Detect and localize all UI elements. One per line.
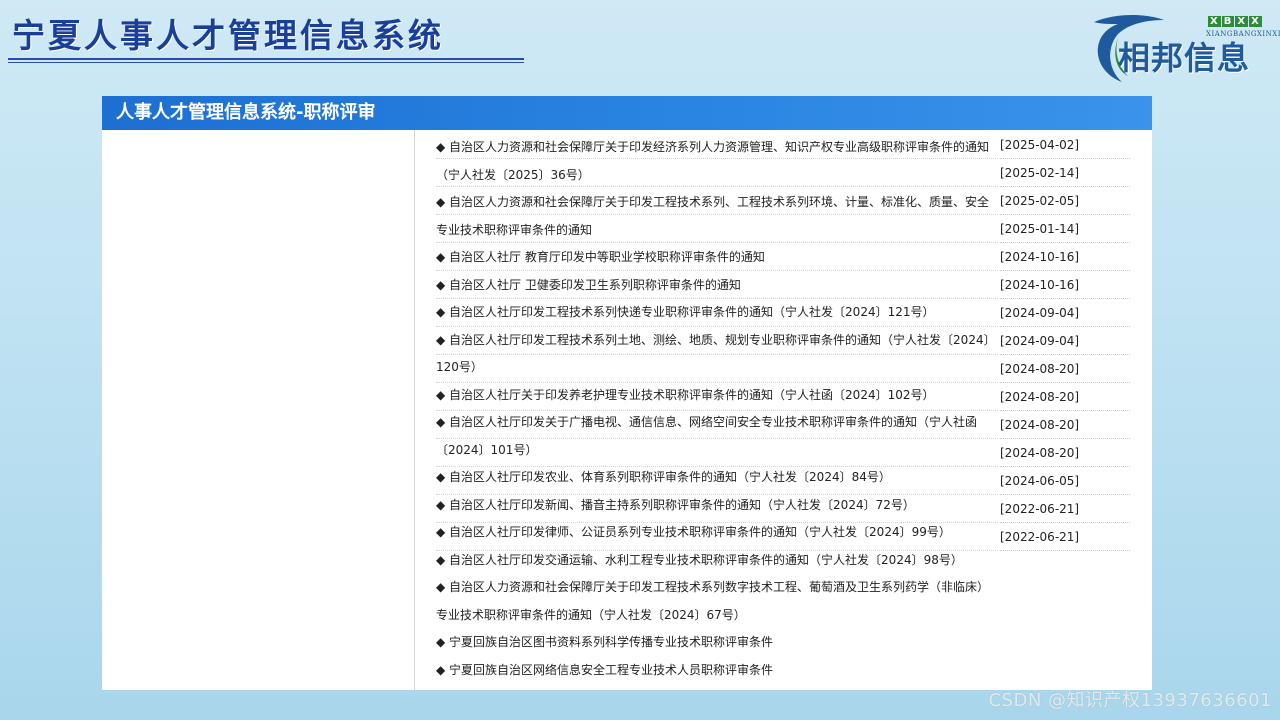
company-logo: XBXX XIANGBANGXINXI 相邦信息 — [1088, 8, 1280, 88]
left-column — [102, 130, 415, 690]
notice-date: [2024-06-05] — [1000, 467, 1130, 495]
notice-link[interactable]: ◆ 自治区人社厅印发交通运输、水利工程专业技术职称评审条件的通知（宁人社发〔20… — [436, 547, 998, 575]
notice-link[interactable]: ◆ 宁夏回族自治区图书资料系列科学传播专业技术职称评审条件 — [436, 629, 998, 657]
notice-link[interactable]: ◆ 自治区人社厅印发新闻、播音主持系列职称评审条件的通知（宁人社发〔2024〕7… — [436, 492, 998, 520]
notice-link[interactable]: ◆ 自治区人社厅印发律师、公证员系列专业技术职称评审条件的通知（宁人社发〔202… — [436, 519, 998, 547]
notice-link[interactable]: ◆ 自治区人社厅印发工程技术系列快递专业职称评审条件的通知（宁人社发〔2024〕… — [436, 299, 998, 327]
notice-date: [2025-01-14] — [1000, 215, 1130, 243]
notice-link[interactable]: ◆ 自治区人力资源和社会保障厅关于印发工程技术系列、工程技术系列环境、计量、标准… — [436, 189, 998, 244]
csdn-watermark: CSDN @知识产权13937636601 — [988, 690, 1272, 711]
notice-date: [2024-10-16] — [1000, 243, 1130, 271]
notice-date: [2024-08-20] — [1000, 383, 1130, 411]
notice-date: [2024-08-20] — [1000, 411, 1130, 439]
notice-link[interactable]: ◆ 自治区人社厅印发农业、体育系列职称评审条件的通知（宁人社发〔2024〕84号… — [436, 464, 998, 492]
notice-date: [2024-10-16] — [1000, 271, 1130, 299]
date-list: [2025-04-02] [2025-02-14] [2025-02-05] [… — [1000, 131, 1130, 551]
logo-brand-text: 相邦信息 — [1118, 39, 1251, 77]
notice-list: ◆ 自治区人力资源和社会保障厅关于印发经济系列人力资源管理、知识产权专业高级职称… — [436, 134, 998, 684]
notice-link[interactable]: ◆ 自治区人社厅 卫健委印发卫生系列职称评审条件的通知 — [436, 272, 998, 300]
notice-date: [2022-06-21] — [1000, 495, 1130, 523]
notice-date: [2025-02-14] — [1000, 159, 1130, 187]
notice-link[interactable]: ◆ 自治区人社厅 教育厅印发中等职业学校职称评审条件的通知 — [436, 244, 998, 272]
notice-date: [2024-09-04] — [1000, 299, 1130, 327]
notice-link[interactable]: ◆ 自治区人力资源和社会保障厅关于印发经济系列人力资源管理、知识产权专业高级职称… — [436, 134, 998, 189]
notice-date: [2024-09-04] — [1000, 327, 1130, 355]
notice-date: [2025-04-02] — [1000, 131, 1130, 159]
panel-header: 人事人才管理信息系统-职称评审 — [102, 96, 1152, 130]
notice-date: [2024-08-20] — [1000, 439, 1130, 467]
title-underline — [8, 58, 524, 63]
notice-link[interactable]: ◆ 自治区人力资源和社会保障厅关于印发工程技术系列数字技术工程、葡萄酒及卫生系列… — [436, 574, 998, 629]
notice-date: [2022-06-21] — [1000, 523, 1130, 551]
notice-link[interactable]: ◆ 自治区人社厅印发关于广播电视、通信信息、网络空间安全专业技术职称评审条件的通… — [436, 409, 998, 464]
logo-subtitle: XIANGBANGXINXI — [1206, 30, 1280, 38]
notice-link[interactable]: ◆ 自治区人社厅印发工程技术系列土地、测绘、地质、规划专业职称评审条件的通知（宁… — [436, 327, 998, 382]
notice-link[interactable]: ◆ 自治区人社厅关于印发养老护理专业技术职称评审条件的通知（宁人社函〔2024〕… — [436, 382, 998, 410]
page-title: 宁夏人事人才管理信息系统 — [12, 16, 444, 55]
notice-date: [2024-08-20] — [1000, 355, 1130, 383]
logo-badge: XBXX — [1208, 16, 1262, 27]
notice-date: [2025-02-05] — [1000, 187, 1130, 215]
notice-link[interactable]: ◆ 宁夏回族自治区网络信息安全工程专业技术人员职称评审条件 — [436, 657, 998, 685]
content-panel: 人事人才管理信息系统-职称评审 ◆ 自治区人力资源和社会保障厅关于印发经济系列人… — [102, 96, 1152, 690]
